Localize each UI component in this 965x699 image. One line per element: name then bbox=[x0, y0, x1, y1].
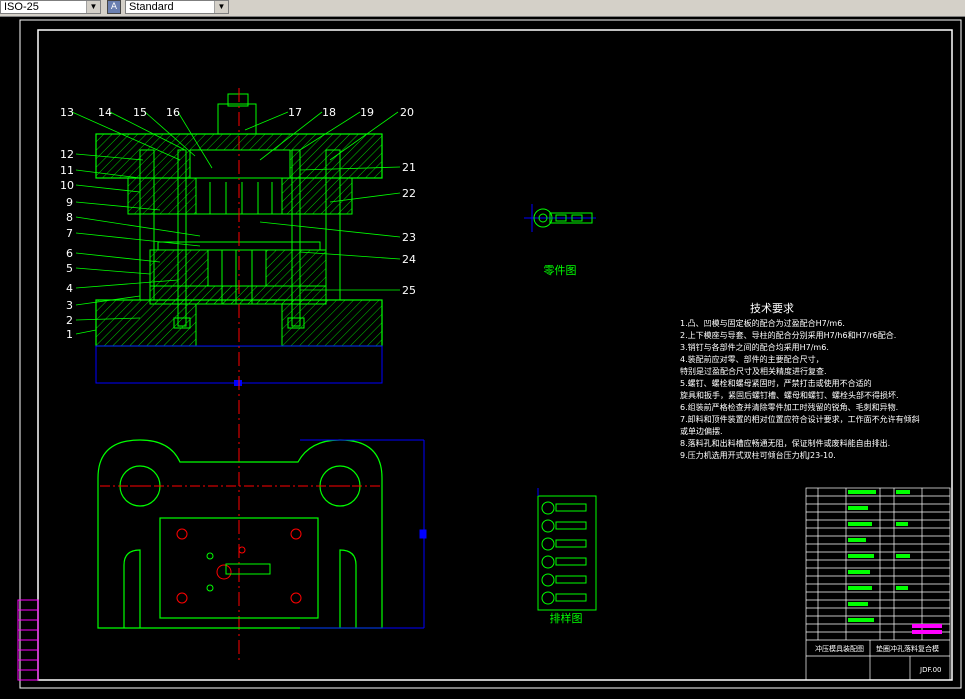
properties-toolbar: ISO-25 ▼ A Standard ▼ bbox=[0, 0, 965, 17]
leader-number: 13 bbox=[60, 106, 74, 119]
tech-line: 3.销钉与各部件之间的配合均采用H7/m6. bbox=[680, 342, 829, 352]
leader-number: 15 bbox=[133, 106, 147, 119]
leader-number: 12 bbox=[60, 148, 74, 161]
leader-number: 8 bbox=[66, 211, 73, 224]
leader-number: 17 bbox=[288, 106, 302, 119]
strip-layout bbox=[537, 488, 597, 611]
leader-number: 2 bbox=[66, 314, 73, 327]
tech-line: 旋具和扳手，紧固后螺钉槽、螺母和螺钉、螺栓头部不得损坏. bbox=[680, 390, 899, 400]
part-drawing-label: 零件图 bbox=[544, 264, 577, 277]
leader-number: 6 bbox=[66, 247, 73, 260]
plan-view-holes bbox=[100, 485, 380, 604]
leader-number: 24 bbox=[402, 253, 416, 266]
leader-number: 7 bbox=[66, 227, 73, 240]
drawing-canvas[interactable]: 13 14 15 16 12 11 10 9 8 7 6 5 4 3 2 1 1… bbox=[0, 17, 965, 695]
title-block-fills bbox=[848, 490, 942, 634]
tech-line: 特别是过盈配合尺寸及相关精度进行复查. bbox=[680, 366, 827, 376]
leader-number: 21 bbox=[402, 161, 416, 174]
leader-number: 3 bbox=[66, 299, 73, 312]
sheet-border bbox=[19, 19, 962, 689]
cad-drawing: 13 14 15 16 12 11 10 9 8 7 6 5 4 3 2 1 1… bbox=[17, 19, 962, 689]
dimension-line bbox=[300, 439, 427, 629]
tech-line: 2.上下模座与导套、导柱的配合分别采用H7/h6和H7/r6配合. bbox=[680, 330, 896, 340]
tech-line: 8.落料孔和出料槽应畅通无阻，保证制件或废料能自由排出. bbox=[680, 438, 890, 448]
leader-number: 16 bbox=[166, 106, 180, 119]
tech-line: 或单边偏摆. bbox=[680, 426, 723, 436]
tech-requirements-list: 1.凸、凹模与固定板的配合为过盈配合H7/m6. 2.上下模座与导套、导柱的配合… bbox=[680, 318, 920, 460]
chevron-down-icon[interactable]: ▼ bbox=[86, 1, 100, 13]
leader-number: 1 bbox=[66, 328, 73, 341]
leader-number: 20 bbox=[400, 106, 414, 119]
leader-number: 18 bbox=[322, 106, 336, 119]
tech-line: 5.螺钉、螺栓和螺母紧固时，严禁打击或使用不合适的 bbox=[680, 378, 872, 388]
leader-number: 9 bbox=[66, 196, 73, 209]
leader-number: 25 bbox=[402, 284, 416, 297]
text-style-value: Standard bbox=[129, 1, 174, 13]
leader-number: 11 bbox=[60, 164, 74, 177]
margin-marks bbox=[17, 599, 39, 681]
plan-view bbox=[97, 439, 383, 629]
tech-line: 4.装配前应对零、部件的主要配合尺寸， bbox=[680, 354, 824, 364]
part-drawing bbox=[524, 204, 596, 232]
tech-requirements-title: 技术要求 bbox=[750, 302, 794, 315]
leader-number: 14 bbox=[98, 106, 112, 119]
tech-line: 6.组装前严格检查并清除零件加工时残留的锐角、毛刺和异物. bbox=[680, 402, 898, 412]
dimension-style-dropdown[interactable]: ISO-25 ▼ bbox=[0, 0, 101, 14]
strip-layout-label: 排样图 bbox=[550, 611, 583, 625]
tech-line: 9.压力机选用开式双柱可倾台压力机J23-10. bbox=[680, 450, 836, 460]
tech-line: 7.卸料和顶件装置的相对位置应符合设计要求，工作面不允许有倾斜 bbox=[680, 414, 920, 424]
leader-number: 10 bbox=[60, 179, 74, 192]
tech-line: 1.凸、凹模与固定板的配合为过盈配合H7/m6. bbox=[680, 318, 845, 328]
leader-number: 19 bbox=[360, 106, 374, 119]
leader-number: 22 bbox=[402, 187, 416, 200]
leader-number: 23 bbox=[402, 231, 416, 244]
leader-number: 5 bbox=[66, 262, 73, 275]
title-block-name: 冲压模具装配图 bbox=[815, 644, 864, 653]
title-block-code: JDF.00 bbox=[919, 666, 942, 674]
text-style-dropdown[interactable]: Standard ▼ bbox=[125, 0, 229, 14]
title-block-part: 垫圈冲孔落料复合模 bbox=[876, 644, 939, 653]
dimension-style-value: ISO-25 bbox=[4, 1, 39, 13]
leader-number: 4 bbox=[66, 282, 73, 295]
text-style-icon[interactable]: A bbox=[107, 0, 121, 14]
chevron-down-icon[interactable]: ▼ bbox=[214, 1, 228, 13]
